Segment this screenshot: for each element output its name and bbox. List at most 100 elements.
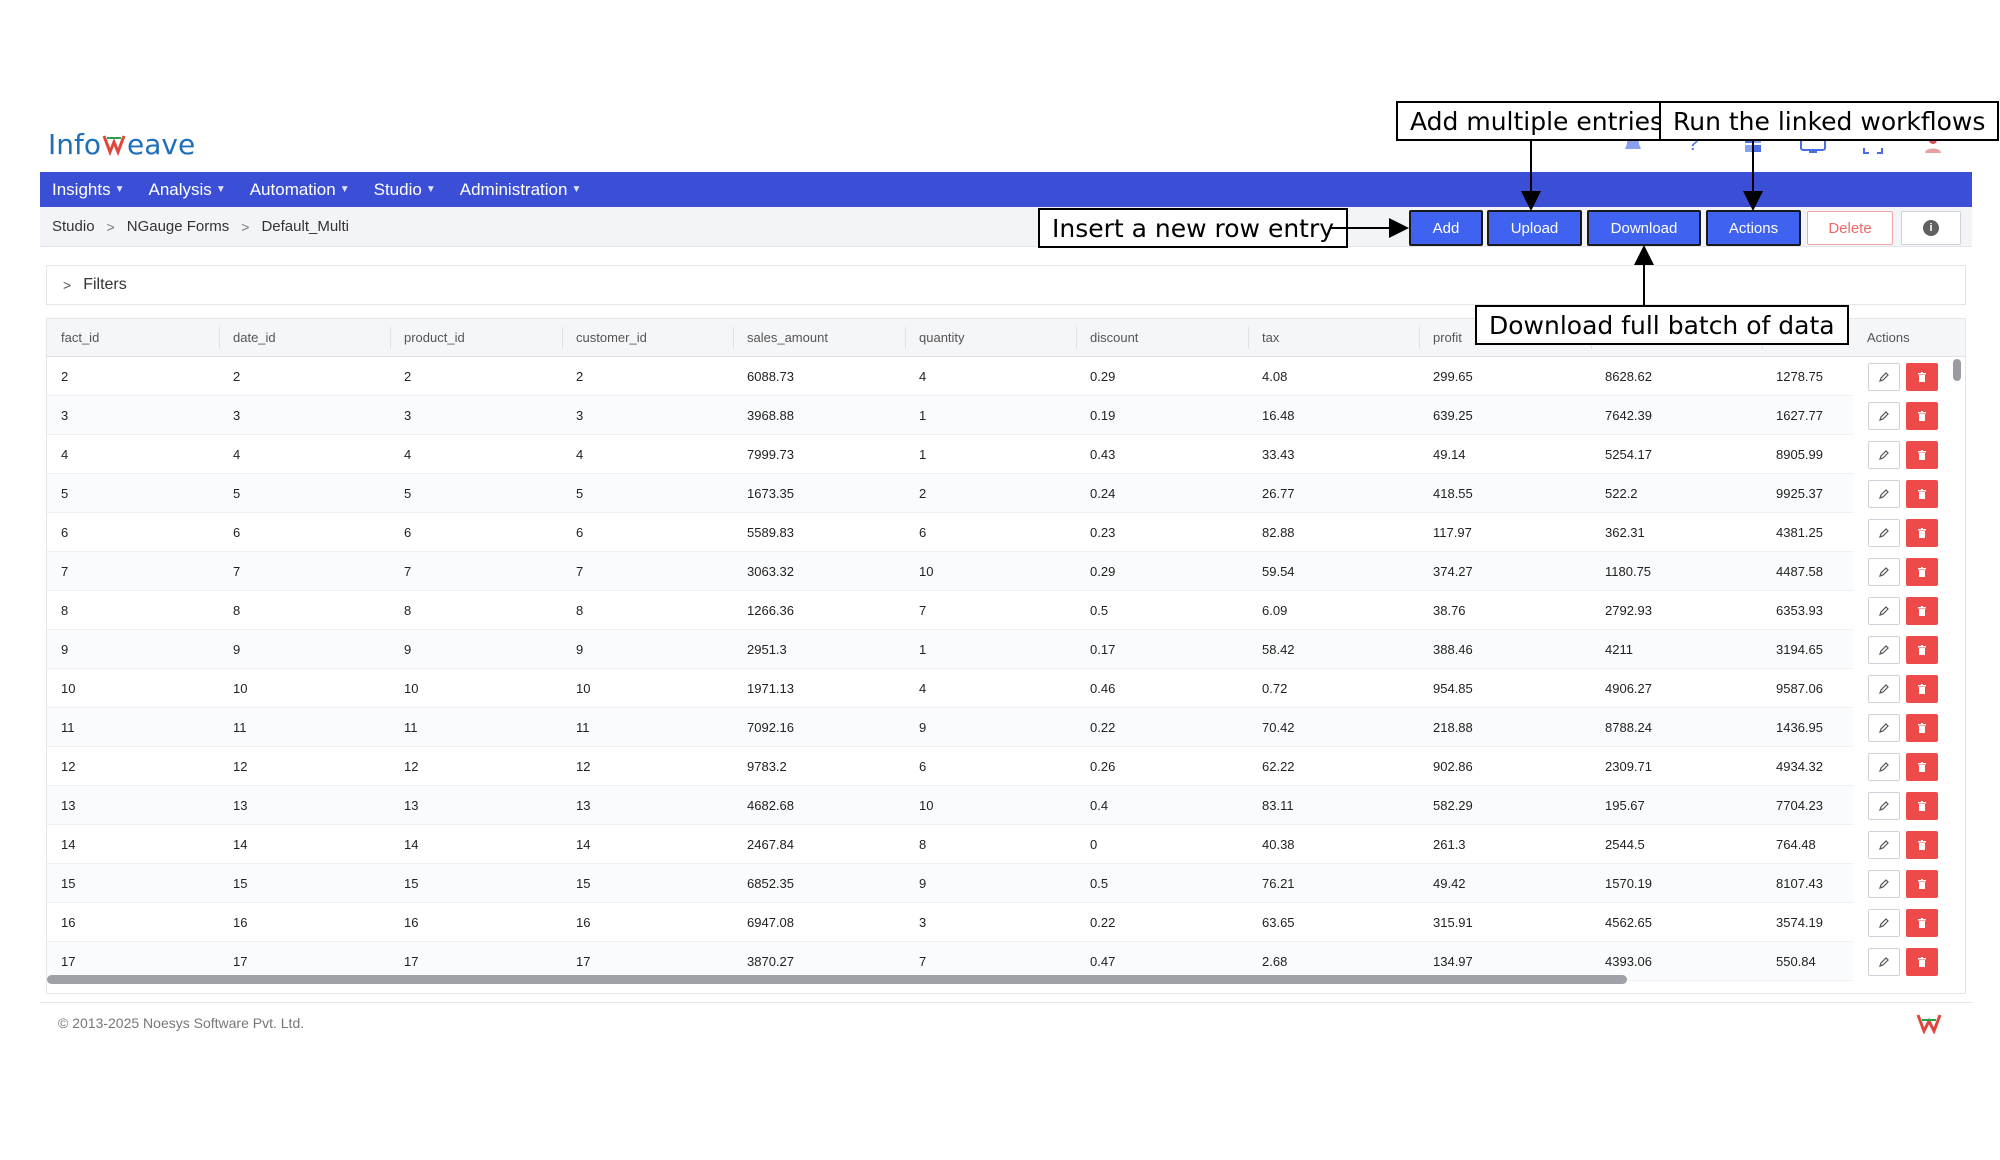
- table-row[interactable]: 8 8 8 8 1266.36 7 0.5 6.09 38.76 2792.93 6353.93: [47, 591, 1853, 630]
- app-logo[interactable]: Info eave: [48, 124, 195, 164]
- table-cell: 12: [61, 759, 76, 774]
- edit-row-button[interactable]: [1868, 518, 1900, 547]
- trash-icon: [1918, 917, 1926, 928]
- delete-row-button[interactable]: [1906, 713, 1938, 742]
- edit-row-button[interactable]: [1868, 908, 1900, 937]
- table-cell: 1673.35: [747, 486, 794, 501]
- delete-row-button[interactable]: [1906, 635, 1938, 664]
- table-row[interactable]: 7 7 7 7 3063.32 10 0.29 59.54 374.27 1180.75 4487.…: [47, 552, 1853, 591]
- info-icon: i: [1923, 220, 1939, 236]
- column-divider: [905, 327, 906, 349]
- column-header[interactable]: profit: [1419, 319, 1462, 357]
- column-header[interactable]: discount: [1076, 319, 1138, 357]
- edit-row-button[interactable]: [1868, 479, 1900, 508]
- add-button[interactable]: Add: [1409, 210, 1483, 246]
- table-row[interactable]: 2 2 2 2 6088.73 4 0.29 4.08 299.65 8628.62 1278.75: [47, 357, 1853, 396]
- edit-row-button[interactable]: [1868, 635, 1900, 664]
- edit-row-button[interactable]: [1868, 869, 1900, 898]
- delete-row-button[interactable]: [1906, 869, 1938, 898]
- table-row[interactable]: 3 3 3 3 3968.88 1 0.19 16.48 639.25 7642.39 1627.7…: [47, 396, 1853, 435]
- delete-row-button[interactable]: [1906, 401, 1938, 430]
- edit-row-button[interactable]: [1868, 947, 1900, 976]
- nav-analysis[interactable]: Analysis ▼: [149, 180, 226, 200]
- table-row[interactable]: 10 10 10 10 1971.13 4 0.46 0.72 954.85 4906.27 958…: [47, 669, 1853, 708]
- edit-row-button[interactable]: [1868, 362, 1900, 391]
- delete-row-button[interactable]: [1906, 596, 1938, 625]
- table-row[interactable]: 9 9 9 9 2951.3 1 0.17 58.42 388.46 4211 3194.65: [47, 630, 1853, 669]
- table-row[interactable]: 12 12 12 12 9783.2 6 0.26 62.22 902.86 2309.71 493…: [47, 747, 1853, 786]
- column-header[interactable]: Actions: [1853, 319, 1910, 357]
- delete-row-button[interactable]: [1906, 674, 1938, 703]
- delete-row-button[interactable]: [1906, 830, 1938, 859]
- edit-row-button[interactable]: [1868, 674, 1900, 703]
- delete-button[interactable]: Delete: [1807, 211, 1893, 245]
- upload-button[interactable]: Upload: [1487, 210, 1582, 246]
- table-row[interactable]: 6 6 6 6 5589.83 6 0.23 82.88 117.97 362.31 4381.25: [47, 513, 1853, 552]
- table-cell: 954.85: [1433, 681, 1473, 696]
- horizontal-scroll-thumb[interactable]: [47, 975, 1627, 984]
- nav-administration[interactable]: Administration ▼: [460, 180, 582, 200]
- table-cell: 3: [404, 408, 412, 423]
- vertical-scroll-thumb[interactable]: [1953, 359, 1961, 381]
- edit-row-button[interactable]: [1868, 830, 1900, 859]
- column-header[interactable]: sales_amount: [733, 319, 828, 357]
- breadcrumb-item-studio[interactable]: Studio: [52, 218, 95, 235]
- table-cell: 4: [233, 447, 241, 462]
- delete-row-button[interactable]: [1906, 362, 1938, 391]
- info-button[interactable]: i: [1901, 211, 1961, 245]
- table-cell: 8107.43: [1776, 876, 1823, 891]
- table-cell: 6: [404, 525, 412, 540]
- table-cell: 1266.36: [747, 603, 794, 618]
- edit-row-button[interactable]: [1868, 401, 1900, 430]
- table-cell: 4682.68: [747, 798, 794, 813]
- delete-row-button[interactable]: [1906, 557, 1938, 586]
- table-cell: 7: [404, 564, 412, 579]
- column-header[interactable]: fact_id: [47, 319, 99, 357]
- table-cell: 16.48: [1262, 408, 1295, 423]
- table-row[interactable]: 4 4 4 4 7999.73 1 0.43 33.43 49.14 5254.17 8905.99: [47, 435, 1853, 474]
- table-row[interactable]: 15 15 15 15 6852.35 9 0.5 76.21 49.42 1570.19 8107…: [47, 864, 1853, 903]
- nav-studio[interactable]: Studio ▼: [374, 180, 436, 200]
- table-cell: 13: [576, 798, 591, 813]
- table-cell: 0.29: [1090, 564, 1116, 579]
- edit-row-button[interactable]: [1868, 557, 1900, 586]
- horizontal-scrollbar[interactable]: [47, 975, 1853, 985]
- column-header[interactable]: customer_id: [562, 319, 647, 357]
- download-button[interactable]: Download: [1587, 210, 1701, 246]
- table-cell: 3: [233, 408, 241, 423]
- table-row[interactable]: 13 13 13 13 4682.68 10 0.4 83.11 582.29 195.67 770…: [47, 786, 1853, 825]
- table-row[interactable]: 16 16 16 16 6947.08 3 0.22 63.65 315.91 4562.65 35…: [47, 903, 1853, 942]
- column-header[interactable]: quantity: [905, 319, 965, 357]
- table-cell: 117.97: [1433, 525, 1472, 540]
- vertical-scrollbar[interactable]: [1953, 357, 1961, 957]
- column-header[interactable]: date_id: [219, 319, 276, 357]
- delete-row-button[interactable]: [1906, 518, 1938, 547]
- edit-row-button[interactable]: [1868, 791, 1900, 820]
- edit-row-button[interactable]: [1868, 596, 1900, 625]
- delete-row-button[interactable]: [1906, 791, 1938, 820]
- table-cell: 9: [919, 720, 927, 735]
- table-row[interactable]: 11 11 11 11 7092.16 9 0.22 70.42 218.88 8788.24 14…: [47, 708, 1853, 747]
- nav-administration-label: Administration: [459, 179, 568, 199]
- table-cell: 5254.17: [1605, 447, 1652, 462]
- delete-row-button[interactable]: [1906, 752, 1938, 781]
- delete-row-button[interactable]: [1906, 440, 1938, 469]
- table-cell: 315.91: [1433, 915, 1473, 930]
- delete-row-button[interactable]: [1906, 908, 1938, 937]
- nav-insights[interactable]: Insights ▼: [52, 180, 125, 200]
- column-header[interactable]: tax: [1248, 319, 1279, 357]
- edit-row-button[interactable]: [1868, 752, 1900, 781]
- edit-row-button[interactable]: [1868, 713, 1900, 742]
- column-header[interactable]: product_id: [390, 319, 465, 357]
- table-row[interactable]: 14 14 14 14 2467.84 8 0 40.38 261.3 2544.5 764.48: [47, 825, 1853, 864]
- row-actions: [1854, 786, 1965, 825]
- delete-row-button[interactable]: [1906, 479, 1938, 508]
- table-cell: 4906.27: [1605, 681, 1652, 696]
- filters-panel[interactable]: > Filters: [46, 265, 1966, 305]
- edit-row-button[interactable]: [1868, 440, 1900, 469]
- table-row[interactable]: 5 5 5 5 1673.35 2 0.24 26.77 418.55 522.2 9925.37: [47, 474, 1853, 513]
- nav-automation[interactable]: Automation ▼: [250, 180, 350, 200]
- delete-row-button[interactable]: [1906, 947, 1938, 976]
- actions-button[interactable]: Actions: [1706, 210, 1801, 246]
- breadcrumb-item-ngauge-forms[interactable]: NGauge Forms: [127, 218, 230, 235]
